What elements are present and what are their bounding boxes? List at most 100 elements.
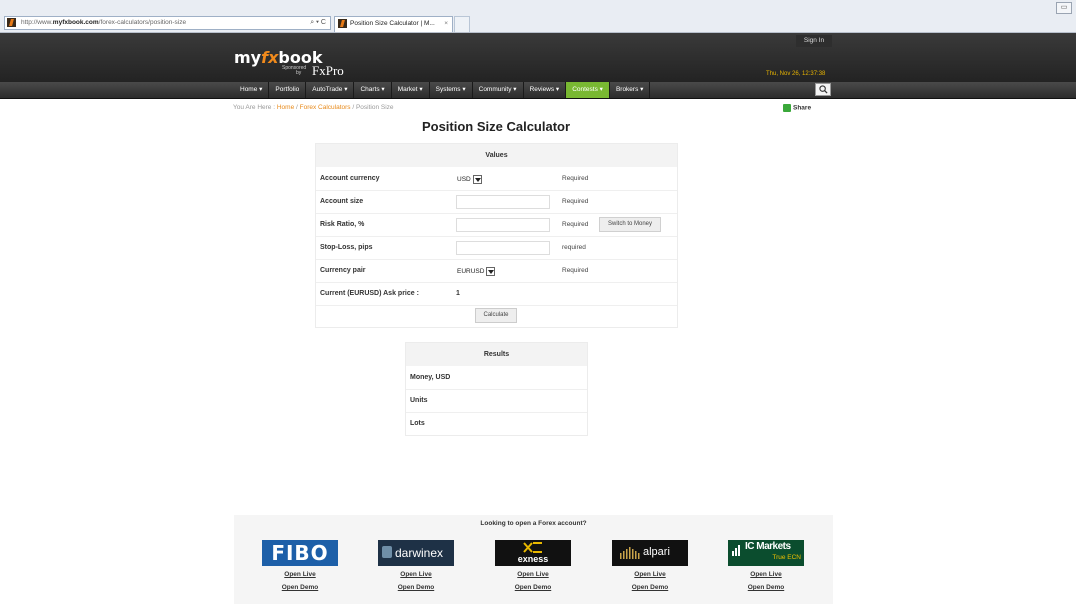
stop-loss-label: Stop-Loss, pips — [320, 244, 373, 251]
new-tab-button[interactable] — [454, 16, 470, 32]
required-label: Required — [562, 221, 589, 228]
darwinex-bird-icon — [382, 546, 392, 558]
tab-favicon-icon — [338, 19, 347, 28]
broker-darwinex: darwinex Open Live Open Demo — [378, 540, 454, 594]
site-favicon-icon — [7, 18, 16, 27]
alpari-logo[interactable]: alpari — [612, 540, 688, 566]
nav-item-systems[interactable]: Systems ▾ — [430, 82, 473, 98]
currency-pair-row: Currency pair EURUSD Required — [316, 260, 677, 283]
open-live-link[interactable]: Open Live — [728, 568, 804, 581]
result-label: Units — [410, 397, 428, 404]
brokers-section: Looking to open a Forex account? FIBO Op… — [234, 515, 833, 604]
search-icon — [819, 85, 828, 94]
risk-ratio-label: Risk Ratio, % — [320, 221, 365, 228]
account-currency-row: Account currency USD Required — [316, 168, 677, 191]
broker-icmarkets: IC Markets True ECN Open Live Open Demo — [728, 540, 804, 594]
nav-item-brokers[interactable]: Brokers ▾ — [610, 82, 651, 98]
result-label: Lots — [410, 420, 425, 427]
stop-loss-input[interactable] — [456, 241, 550, 255]
open-demo-link[interactable]: Open Demo — [378, 581, 454, 594]
open-demo-link[interactable]: Open Demo — [612, 581, 688, 594]
calculate-button[interactable]: Calculate — [475, 308, 517, 323]
risk-ratio-input[interactable] — [456, 218, 550, 232]
required-label: Required — [562, 267, 589, 274]
values-header: Values — [316, 144, 677, 167]
icmarkets-logo[interactable]: IC Markets True ECN — [728, 540, 804, 566]
account-size-row: Account size Required — [316, 191, 677, 214]
chevron-down-icon[interactable] — [486, 266, 496, 276]
page-title: Position Size Calculator — [421, 119, 571, 134]
breadcrumb-forex-calculators[interactable]: Forex Calculators — [300, 104, 351, 111]
nav-item-reviews[interactable]: Reviews ▾ — [524, 82, 567, 98]
icmarkets-bars-icon — [732, 545, 740, 556]
share-icon — [783, 104, 791, 112]
browser-tab-active[interactable]: Position Size Calculator | M... × — [334, 16, 453, 32]
open-live-link[interactable]: Open Live — [612, 568, 688, 581]
address-bar[interactable]: http://www.myfxbook.com/forex-calculator… — [4, 16, 331, 30]
brokers-title: Looking to open a Forex account? — [480, 520, 587, 527]
sign-in-button[interactable]: Sign In — [796, 35, 832, 47]
tab-title: Position Size Calculator | M... — [350, 20, 435, 27]
open-live-link[interactable]: Open Live — [495, 568, 571, 581]
breadcrumb-current: Position Size — [355, 104, 394, 111]
risk-ratio-row: Risk Ratio, % Required Switch to Money — [316, 214, 677, 237]
result-row-lots: Lots — [406, 413, 587, 435]
required-label: required — [562, 244, 586, 251]
ask-price-value: 1 — [456, 290, 460, 297]
account-size-input[interactable] — [456, 195, 550, 209]
tab-close-icon[interactable]: × — [444, 17, 448, 31]
required-label: Required — [562, 175, 589, 182]
stop-loss-row: Stop-Loss, pips required — [316, 237, 677, 260]
open-demo-link[interactable]: Open Demo — [728, 581, 804, 594]
fibo-logo[interactable]: FIBO — [262, 540, 338, 566]
broker-exness: exness Open Live Open Demo — [495, 540, 571, 594]
browser-chrome: ▭ http://www.myfxbook.com/forex-calculat… — [0, 0, 1076, 33]
main-nav: Home ▾ Portfolio AutoTrade ▾ Charts ▾ Market… — [0, 82, 1076, 99]
broker-alpari: alpari Open Live Open Demo — [612, 540, 688, 594]
nav-item-autotrade[interactable]: AutoTrade ▾ — [306, 82, 355, 98]
ask-price-label: Current (EURUSD) Ask price : — [320, 290, 419, 297]
results-panel: Results Money, USD Units Lots — [405, 342, 588, 436]
nav-item-market[interactable]: Market ▾ — [392, 82, 430, 98]
values-panel: Values Account currency USD Required Acc… — [315, 143, 678, 328]
open-demo-link[interactable]: Open Demo — [495, 581, 571, 594]
broker-fibo: FIBO Open Live Open Demo — [262, 540, 338, 594]
chevron-down-icon[interactable] — [472, 174, 482, 184]
currency-pair-select[interactable]: EURUSD — [457, 266, 496, 277]
alpari-bars-icon — [620, 547, 640, 559]
result-row-units: Units — [406, 390, 587, 413]
share-button[interactable]: Share — [783, 104, 811, 112]
account-currency-select[interactable]: USD — [457, 174, 482, 185]
breadcrumb-home[interactable]: Home — [277, 104, 294, 111]
darwinex-logo[interactable]: darwinex — [378, 540, 454, 566]
exness-logo[interactable]: exness — [495, 540, 571, 566]
nav-item-charts[interactable]: Charts ▾ — [354, 82, 392, 98]
window-restore-button[interactable]: ▭ — [1056, 2, 1072, 14]
myfxbook-logo[interactable]: myfxbook — [234, 48, 322, 67]
open-live-link[interactable]: Open Live — [378, 568, 454, 581]
server-datetime: Thu, Nov 26, 12:37:38 — [766, 71, 826, 77]
account-size-label: Account size — [320, 198, 364, 205]
nav-item-portfolio[interactable]: Portfolio — [269, 82, 307, 98]
exness-mark-icon — [523, 542, 542, 553]
fxpro-logo[interactable]: FxPro — [312, 63, 344, 79]
account-currency-label: Account currency — [320, 175, 380, 182]
site-header — [0, 33, 1076, 82]
open-demo-link[interactable]: Open Demo — [262, 581, 338, 594]
open-live-link[interactable]: Open Live — [262, 568, 338, 581]
result-row-money: Money, USD — [406, 367, 587, 390]
sponsor-text: Sponsored by — [282, 65, 307, 76]
ask-price-row: Current (EURUSD) Ask price : 1 — [316, 283, 677, 306]
address-search-refresh-icons[interactable]: ⌕ ▾ C — [310, 17, 326, 29]
address-url[interactable]: http://www.myfxbook.com/forex-calculator… — [21, 17, 186, 29]
nav-item-contests[interactable]: Contests ▾ — [566, 82, 610, 98]
nav-item-home[interactable]: Home ▾ — [234, 82, 270, 98]
results-header: Results — [406, 343, 587, 366]
search-button[interactable] — [815, 83, 831, 96]
breadcrumb: You Are Here : Home / Forex Calculators … — [233, 104, 394, 111]
nav-item-community[interactable]: Community ▾ — [473, 82, 524, 98]
currency-pair-label: Currency pair — [320, 267, 366, 274]
switch-to-money-button[interactable]: Switch to Money — [599, 217, 661, 232]
required-label: Required — [562, 198, 589, 205]
result-label: Money, USD — [410, 374, 451, 381]
